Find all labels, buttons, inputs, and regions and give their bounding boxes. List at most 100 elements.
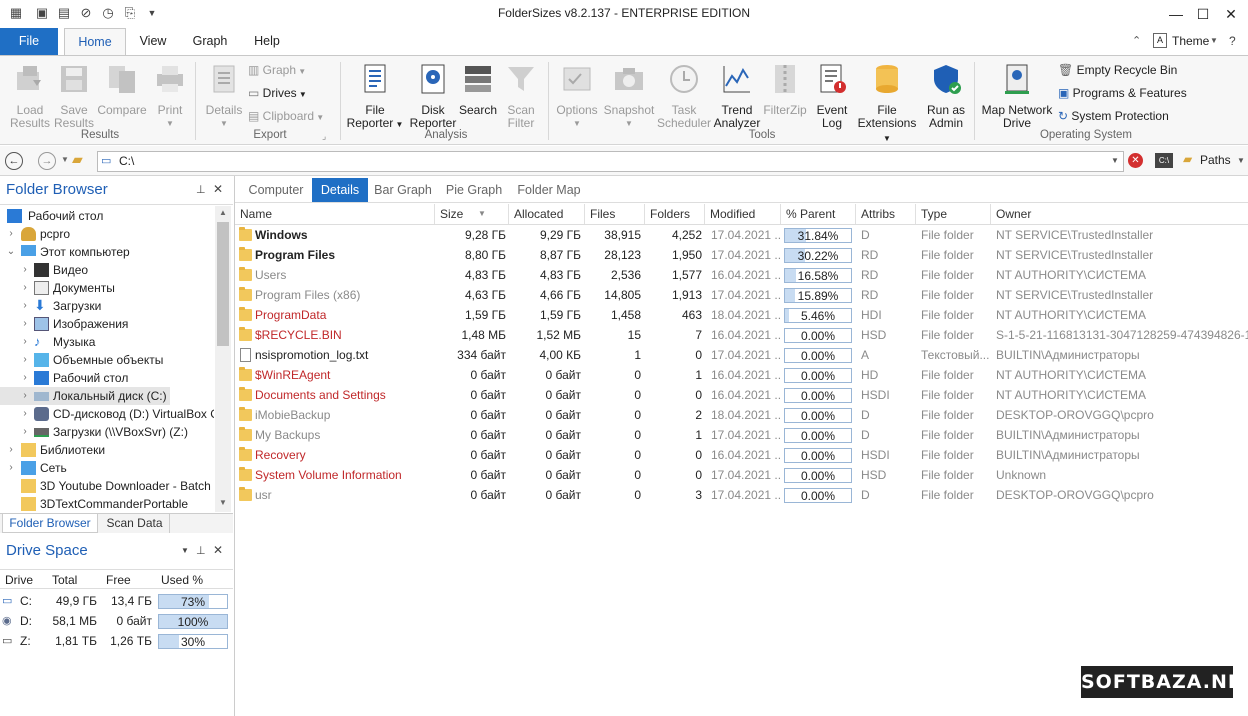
drives-export-button[interactable]: ▭ Drives ▼ bbox=[248, 84, 307, 102]
tree-item-libraries[interactable]: › Библиотеки bbox=[0, 441, 214, 459]
expand-icon[interactable]: › bbox=[6, 225, 16, 243]
tab-file[interactable]: File bbox=[0, 28, 58, 55]
file-extensions-button[interactable]: File Extensions ▼ bbox=[854, 62, 920, 145]
save-results-button[interactable]: Save Results bbox=[54, 62, 94, 130]
close-button[interactable]: ✕ bbox=[1220, 4, 1242, 24]
details-button[interactable]: Details ▼ bbox=[202, 62, 246, 130]
expand-icon[interactable]: › bbox=[20, 279, 30, 297]
map-network-drive-button[interactable]: Map Network Drive bbox=[978, 62, 1056, 130]
table-row[interactable]: Recovery 0 байт 0 байт 0 0 16.04.2021 ... 0.00… bbox=[235, 445, 1248, 465]
tree-item-pcpro[interactable]: › pcpro bbox=[0, 225, 214, 243]
snapshot-button[interactable]: Snapshot ▼ bbox=[602, 62, 656, 130]
col-owner[interactable]: Owner bbox=[991, 204, 1248, 224]
table-row[interactable]: Users 4,83 ГБ 4,83 ГБ 2,536 1,577 16.04.2021 … bbox=[235, 265, 1248, 285]
expand-icon[interactable]: › bbox=[20, 387, 30, 405]
compare-button[interactable]: Compare bbox=[96, 62, 148, 117]
tree-item-local-disk-c[interactable]: › Локальный диск (C:) bbox=[0, 387, 170, 405]
tab-pie-graph[interactable]: Pie Graph bbox=[441, 178, 507, 202]
panel-close-icon[interactable]: ✕ bbox=[213, 182, 223, 196]
file-reporter-button[interactable]: File Reporter ▼ bbox=[346, 62, 404, 131]
tree-item-3d-youtube-downloader[interactable]: 3D Youtube Downloader - Batch bbox=[0, 477, 214, 495]
tree-scrollbar[interactable]: ▲ ▼ bbox=[215, 206, 231, 512]
trend-analyzer-button[interactable]: Trend Analyzer bbox=[713, 62, 761, 130]
theme-menu[interactable]: Theme bbox=[1172, 34, 1209, 48]
drive-space-row[interactable]: ◉ D: 58,1 МБ 0 байт 100% bbox=[0, 611, 233, 631]
task-scheduler-button[interactable]: Task Scheduler bbox=[656, 62, 712, 130]
graph-export-button[interactable]: ▥ Graph ▼ bbox=[248, 61, 306, 79]
scan-filter-button[interactable]: Scan Filter bbox=[500, 62, 542, 130]
col-files[interactable]: Files bbox=[585, 204, 645, 224]
back-icon[interactable]: ← bbox=[5, 152, 23, 170]
tree-item-images[interactable]: › Изображения bbox=[0, 315, 214, 333]
clipboard-export-button[interactable]: ▤ Clipboard ▼ bbox=[248, 107, 324, 125]
tab-bar-graph[interactable]: Bar Graph bbox=[370, 178, 436, 202]
maximize-button[interactable]: ☐ bbox=[1192, 4, 1214, 24]
expand-icon[interactable]: › bbox=[6, 441, 16, 459]
expand-icon[interactable]: › bbox=[20, 423, 30, 441]
tree-item-network-z[interactable]: › Загрузки (\\VBoxSvr) (Z:) bbox=[0, 423, 214, 441]
table-row[interactable]: usr 0 байт 0 байт 0 3 17.04.2021 ... 0.00% D Fil… bbox=[235, 485, 1248, 505]
table-row[interactable]: nsispromotion_log.txt 334 байт 4,00 КБ 1 0 17… bbox=[235, 345, 1248, 365]
col-name[interactable]: Name bbox=[235, 204, 435, 224]
expand-icon[interactable]: › bbox=[20, 315, 30, 333]
collapse-icon[interactable]: ⌄ bbox=[6, 243, 16, 261]
system-protection-button[interactable]: ↻ System Protection bbox=[1058, 107, 1169, 125]
empty-recycle-bin-button[interactable]: 🗑 Empty Recycle Bin bbox=[1058, 61, 1177, 79]
filterzip-button[interactable]: FilterZip bbox=[762, 62, 808, 117]
tree-item-3dtextcommander[interactable]: 3DTextCommanderPortable bbox=[0, 495, 214, 513]
col-folders[interactable]: Folders bbox=[645, 204, 705, 224]
load-results-button[interactable]: Load Results bbox=[8, 62, 52, 130]
help-icon[interactable]: ? bbox=[1229, 34, 1236, 48]
tree-item-this-pc[interactable]: ⌄ Этот компьютер bbox=[0, 243, 214, 261]
disk-reporter-button[interactable]: Disk Reporter bbox=[408, 62, 458, 130]
tab-help[interactable]: Help bbox=[246, 28, 288, 55]
search-button[interactable]: Search bbox=[458, 62, 498, 117]
tab-details[interactable]: Details bbox=[312, 178, 368, 202]
tab-folder-browser[interactable]: Folder Browser bbox=[2, 514, 98, 533]
tree-item-network[interactable]: › Сеть bbox=[0, 459, 214, 477]
table-row[interactable]: My Backups 0 байт 0 байт 0 1 17.04.2021 ... 0.… bbox=[235, 425, 1248, 445]
tree-item-music[interactable]: › ♪ Музыка bbox=[0, 333, 214, 351]
tree-item-desktop[interactable]: Рабочий стол bbox=[0, 207, 214, 225]
options-button[interactable]: Options ▼ bbox=[553, 62, 601, 130]
tab-computer[interactable]: Computer bbox=[239, 178, 313, 202]
col-modified[interactable]: Modified bbox=[705, 204, 781, 224]
table-row[interactable]: Program Files (x86) 4,63 ГБ 4,66 ГБ 14,805 1… bbox=[235, 285, 1248, 305]
export-launcher-icon[interactable]: ⌟ bbox=[322, 131, 326, 142]
up-folder-icon[interactable]: ▰ bbox=[72, 151, 83, 168]
tree-item-3d-objects[interactable]: › Объемные объекты bbox=[0, 351, 214, 369]
drive-space-dropdown-icon[interactable]: ▼ bbox=[181, 546, 189, 555]
tab-home[interactable]: Home bbox=[64, 28, 126, 55]
pin-icon[interactable]: ⊥ bbox=[196, 544, 206, 557]
expand-icon[interactable]: › bbox=[20, 405, 30, 423]
table-row[interactable]: $WinREAgent 0 байт 0 байт 0 1 16.04.2021 ... 0… bbox=[235, 365, 1248, 385]
expand-icon[interactable]: › bbox=[6, 459, 16, 477]
col-used[interactable]: Used % bbox=[161, 573, 203, 587]
col-parent[interactable]: % Parent bbox=[781, 204, 856, 224]
tab-folder-map[interactable]: Folder Map bbox=[514, 178, 584, 202]
table-row[interactable]: $RECYCLE.BIN 1,48 МБ 1,52 МБ 15 7 16.04.2021 … bbox=[235, 325, 1248, 345]
col-free[interactable]: Free bbox=[106, 573, 131, 587]
col-drive[interactable]: Drive bbox=[5, 573, 33, 587]
tab-scan-data[interactable]: Scan Data bbox=[100, 514, 170, 533]
expand-icon[interactable]: › bbox=[20, 369, 30, 387]
programs-features-button[interactable]: ▣ Programs & Features bbox=[1058, 84, 1187, 102]
tree-item-downloads[interactable]: › ⬇ Загрузки bbox=[0, 297, 214, 315]
stop-icon[interactable]: ✕ bbox=[1128, 153, 1143, 168]
table-row[interactable]: System Volume Information 0 байт 0 байт 0 0 1… bbox=[235, 465, 1248, 485]
table-row[interactable]: iMobieBackup 0 байт 0 байт 0 2 18.04.2021 ...… bbox=[235, 405, 1248, 425]
table-row[interactable]: Program Files 8,80 ГБ 8,87 ГБ 28,123 1,950 17… bbox=[235, 245, 1248, 265]
col-total[interactable]: Total bbox=[52, 573, 77, 587]
history-dropdown-icon[interactable]: ▼ bbox=[61, 155, 69, 164]
tree-item-desktop-2[interactable]: › Рабочий стол bbox=[0, 369, 214, 387]
tab-view[interactable]: View bbox=[132, 28, 174, 55]
expand-icon[interactable]: › bbox=[20, 333, 30, 351]
col-allocated[interactable]: Allocated bbox=[509, 204, 585, 224]
table-row[interactable]: ProgramData 1,59 ГБ 1,59 ГБ 1,458 463 18.04.2… bbox=[235, 305, 1248, 325]
expand-icon[interactable]: › bbox=[20, 297, 30, 315]
run-as-admin-button[interactable]: Run as Admin bbox=[922, 62, 970, 130]
tree-item-video[interactable]: › Видео bbox=[0, 261, 214, 279]
drive-space-row[interactable]: ▭ Z: 1,81 ТБ 1,26 ТБ 30% bbox=[0, 631, 233, 651]
print-button[interactable]: Print ▼ bbox=[150, 62, 190, 130]
paths-menu[interactable]: Paths bbox=[1200, 153, 1231, 167]
